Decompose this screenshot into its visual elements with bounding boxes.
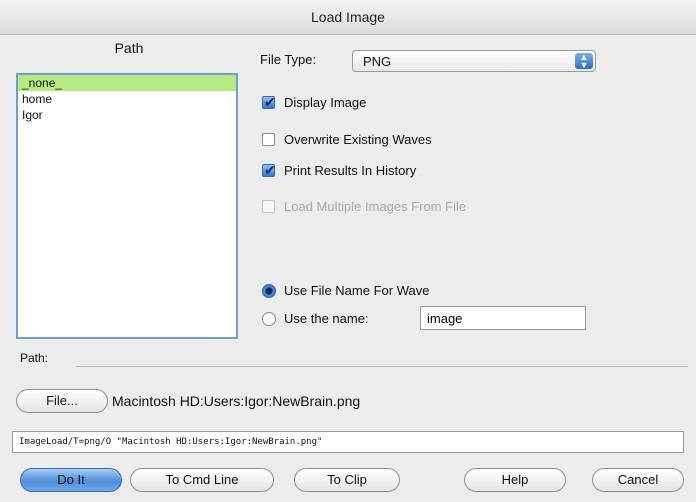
file-type-select[interactable]: PNG ▲ ▼ [352, 50, 596, 72]
command-line-preview: ImageLoad/T=png/O "Macintosh HD:Users:Ig… [12, 431, 684, 453]
use-the-name-label: Use the name: [284, 311, 369, 326]
radio-selected-icon [262, 284, 276, 298]
file-type-label: File Type: [260, 52, 317, 67]
to-cmd-line-button[interactable]: To Cmd Line [130, 468, 274, 492]
path-item-igor[interactable]: Igor [18, 107, 236, 123]
popup-arrows-icon: ▲ ▼ [575, 53, 593, 70]
help-button[interactable]: Help [464, 468, 566, 492]
file-button[interactable]: File... [16, 389, 108, 413]
load-multiple-label: Load Multiple Images From File [284, 199, 467, 214]
do-it-button[interactable]: Do It [20, 468, 122, 492]
checkbox-checked-icon [262, 93, 276, 111]
file-path-value: Macintosh HD:Users:Igor:NewBrain.png [112, 393, 361, 409]
display-image-label: Display Image [284, 95, 367, 110]
overwrite-waves-label: Overwrite Existing Waves [284, 132, 432, 147]
path-list[interactable]: _none_ home Igor [16, 73, 238, 339]
checkbox-disabled-icon [262, 200, 275, 213]
path-item-none[interactable]: _none_ [18, 75, 236, 91]
path-list-header: Path [114, 40, 144, 56]
window-title: Load Image [0, 0, 696, 35]
file-type-value: PNG [363, 54, 392, 69]
print-history-label: Print Results In History [284, 163, 417, 178]
to-clip-button[interactable]: To Clip [294, 468, 400, 492]
checkbox-unchecked-icon [262, 133, 275, 146]
path-bar-divider [76, 366, 688, 367]
path-bar-label: Path: [20, 351, 49, 365]
use-file-name-label: Use File Name For Wave [284, 283, 430, 298]
cancel-button[interactable]: Cancel [592, 468, 684, 492]
checkbox-checked-icon [262, 161, 276, 179]
radio-unselected-icon [262, 312, 276, 326]
wave-name-input[interactable] [420, 306, 586, 330]
path-item-home[interactable]: home [18, 91, 236, 107]
